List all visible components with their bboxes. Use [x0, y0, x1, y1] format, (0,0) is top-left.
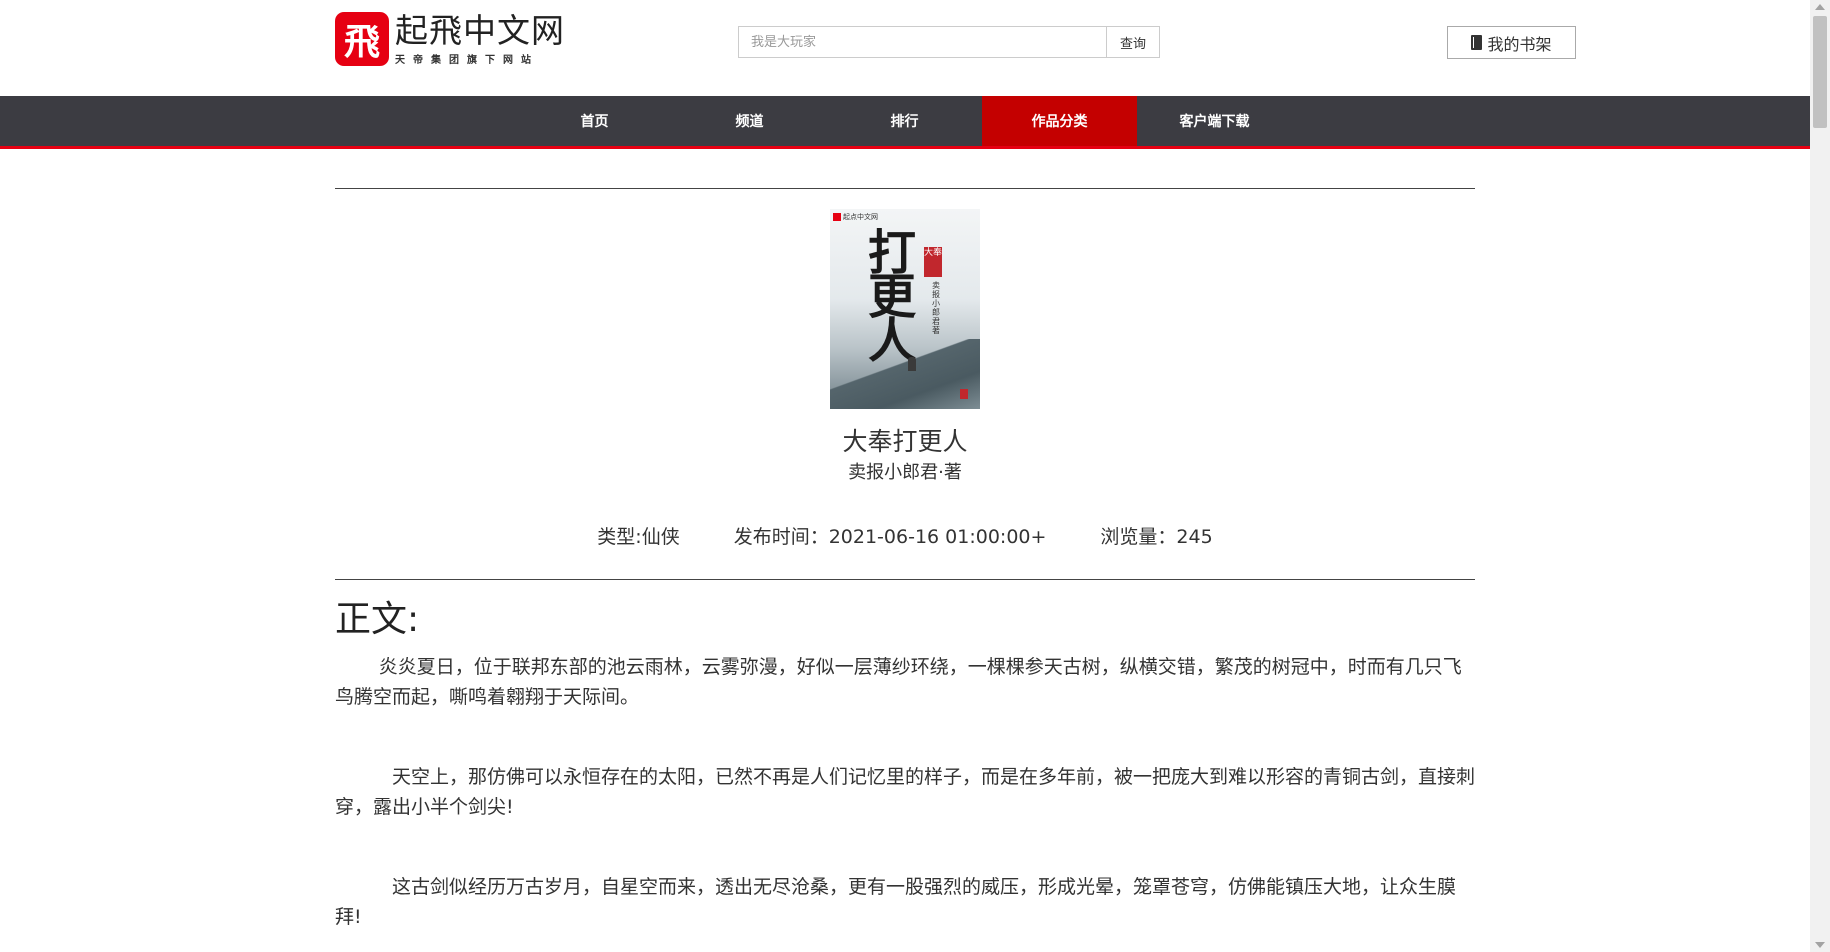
logo-subtitle: 天帝集团旗下网站 — [395, 54, 539, 66]
book-author: 卖报小郎君·著 — [848, 462, 962, 483]
paragraph: 这古剑似经历万古岁月，自星空而来，透出无尽沧桑，更有一股强烈的威压，形成光晕，笼… — [335, 876, 1457, 928]
book-type: 类型:仙侠 — [597, 526, 680, 548]
main-content: 起点中文网 打更人 大奉 卖报小郎君著 大奉打更人 卖报小郎君·著 类型:仙侠 … — [335, 188, 1475, 951]
paragraph: 天空上，那仿佛可以永恒存在的太阳，已然不再是人们记忆里的样子，而是在多年前，被一… — [335, 766, 1476, 818]
paragraph: 炎炎夏日，位于联邦东部的池云雨林，云雾弥漫，好似一层薄纱环绕，一棵棵参天古树，纵… — [335, 656, 1462, 708]
book-cover[interactable]: 起点中文网 打更人 大奉 卖报小郎君著 — [830, 209, 980, 409]
book-title: 大奉打更人 — [842, 427, 968, 456]
cover-figure-art — [908, 357, 916, 371]
scroll-down-arrow-icon[interactable] — [1815, 942, 1825, 948]
book-info: 起点中文网 打更人 大奉 卖报小郎君著 大奉打更人 卖报小郎君·著 类型:仙侠 … — [335, 209, 1475, 551]
view-count: 浏览量：245 — [1100, 526, 1213, 548]
book-meta: 类型:仙侠 发布时间：2021-06-16 01:00:00+ 浏览量：245 — [335, 523, 1475, 551]
cover-mountain-art — [830, 339, 980, 409]
logo-icon: 飛 — [335, 12, 389, 66]
cover-seal: 大奉 — [924, 247, 942, 277]
scroll-up-arrow-icon[interactable] — [1815, 4, 1825, 10]
nav-item-client-download[interactable]: 客户端下载 — [1137, 96, 1292, 146]
nav-item-channel[interactable]: 频道 — [672, 96, 827, 146]
nav-item-ranking[interactable]: 排行 — [827, 96, 982, 146]
nav-item-home[interactable]: 首页 — [517, 96, 672, 146]
nav-item-categories[interactable]: 作品分类 — [982, 96, 1137, 146]
search-input[interactable] — [738, 26, 1106, 58]
site-logo[interactable]: 飛 起飛中文网 天帝集团旗下网站 — [335, 12, 565, 66]
bookshelf-label: 我的书架 — [1487, 34, 1552, 54]
search-bar: 查询 — [738, 26, 1160, 58]
book-icon — [1471, 35, 1483, 50]
nav-accent-line — [0, 146, 1810, 149]
logo-title: 起飛中文网 — [395, 10, 565, 50]
cover-red-mark — [960, 389, 968, 399]
vertical-scrollbar[interactable] — [1810, 0, 1830, 952]
site-header: 飛 起飛中文网 天帝集团旗下网站 查询 我的书架 — [0, 0, 1810, 96]
scrollbar-thumb[interactable] — [1813, 16, 1827, 128]
divider — [335, 188, 1475, 189]
main-nav: 首页 频道 排行 作品分类 客户端下载 — [0, 96, 1810, 146]
brand-icon — [833, 213, 841, 221]
section-title: 正文: — [335, 599, 420, 640]
page: 飛 起飛中文网 天帝集团旗下网站 查询 我的书架 首页 频道 排行 作品分类 客… — [0, 0, 1810, 952]
cover-author: 卖报小郎君著 — [932, 281, 940, 335]
search-button[interactable]: 查询 — [1106, 26, 1160, 58]
publish-time: 发布时间：2021-06-16 01:00:00+ — [733, 526, 1047, 548]
bookshelf-button[interactable]: 我的书架 — [1447, 26, 1576, 59]
cover-brand: 起点中文网 — [833, 212, 878, 222]
divider — [335, 579, 1475, 580]
